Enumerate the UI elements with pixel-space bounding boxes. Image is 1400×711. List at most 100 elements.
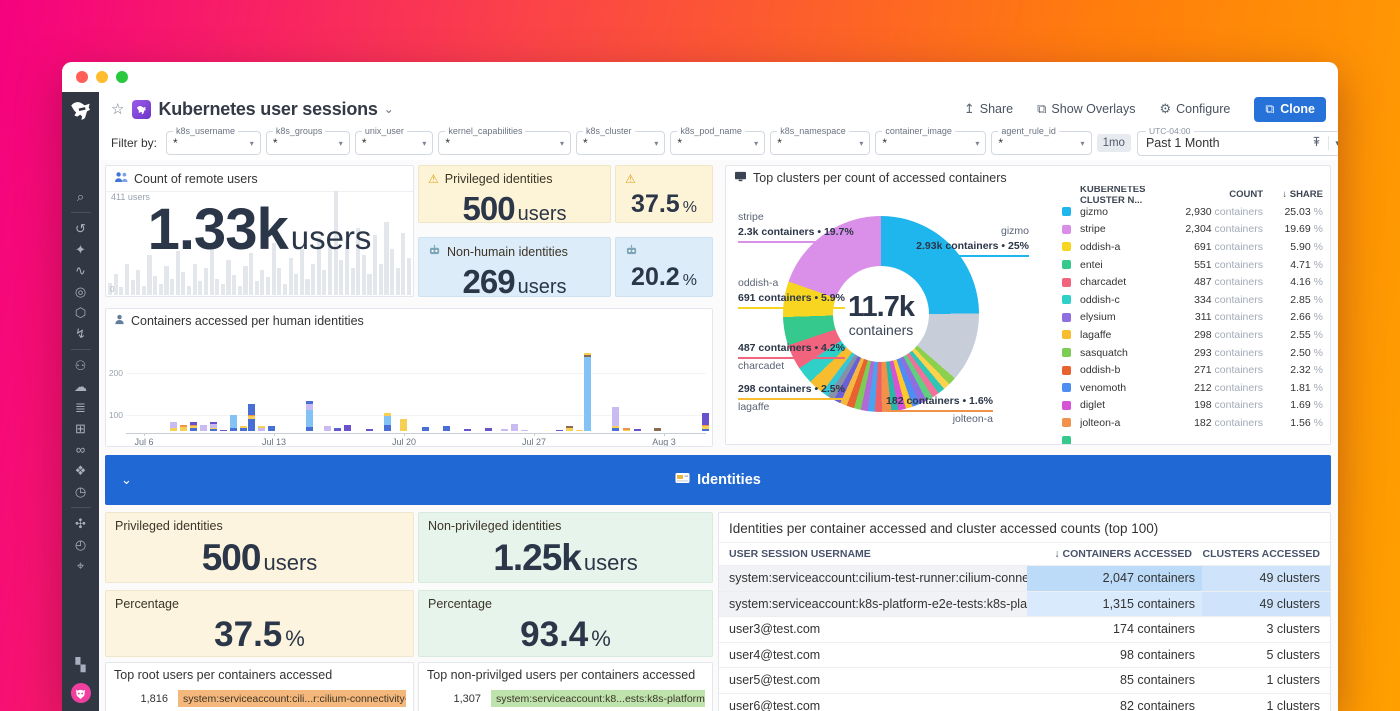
table-row[interactable]: system:serviceaccount:k8s-platform-e2e-t… — [719, 591, 1330, 617]
table-row[interactable]: sasquatch293 containers2.50 % — [1056, 344, 1325, 362]
table-row[interactable]: oddish-c334 containers2.85 % — [1056, 291, 1325, 309]
stacked-bar[interactable] — [485, 428, 492, 431]
stacked-bar[interactable] — [170, 422, 177, 431]
close-button[interactable] — [76, 71, 88, 83]
filter-k8s_pod_name[interactable]: k8s_pod_name*▾ — [670, 131, 765, 155]
column-header-containers[interactable]: ↓ CONTAINERS ACCESSED — [1017, 548, 1192, 560]
table-row[interactable]: stripe2,304 containers19.69 % — [1056, 221, 1325, 239]
list-item[interactable]: 1,816system:serviceaccount:cili...r:cili… — [112, 689, 407, 708]
table-row[interactable]: venomoth212 containers1.81 % — [1056, 379, 1325, 397]
puzzle-icon[interactable]: ▚ — [70, 654, 92, 675]
stacked-bar[interactable] — [612, 407, 619, 431]
history-icon[interactable]: ↺ — [70, 218, 92, 239]
stacked-bar[interactable] — [240, 426, 247, 431]
compass-icon[interactable]: ◷ — [70, 481, 92, 502]
column-header-clusters[interactable]: CLUSTERS ACCESSED — [1192, 548, 1330, 560]
stacked-bar[interactable] — [702, 413, 709, 431]
stacked-bar[interactable] — [306, 401, 313, 431]
widget-count-remote-users[interactable]: Count of remote users 411 users 0 1.33ku… — [105, 165, 414, 297]
stacked-bar[interactable] — [443, 426, 450, 431]
show-overlays-button[interactable]: ⧉Show Overlays — [1037, 101, 1135, 117]
cluster-table[interactable]: KUBERNETES CLUSTER N...COUNT↓ SHAREgizmo… — [1056, 186, 1325, 444]
widget-top-non-privileged-users[interactable]: Top non-privilged users per containers a… — [418, 662, 713, 711]
table-row[interactable]: system:serviceaccount:cilium-test-runner… — [719, 565, 1330, 591]
table-row[interactable]: user6@test.com82 containers 1 clusters — [719, 693, 1330, 711]
monitors-icon[interactable]: ◎ — [70, 281, 92, 302]
widget-privileged-identities-2[interactable]: Privileged identities 500users — [105, 512, 414, 583]
time-range-picker[interactable]: UTC-04:00 Past 1 Month ▾ — [1137, 131, 1338, 156]
search-icon[interactable]: ⌕ — [70, 186, 92, 207]
copilot-icon[interactable]: ✦ — [70, 239, 92, 260]
filter-container_image[interactable]: container_image*▾ — [875, 131, 986, 155]
filter-k8s_namespace[interactable]: k8s_namespace*▾ — [770, 131, 870, 155]
widget-containers-per-human[interactable]: Containers accessed per human identities… — [105, 308, 713, 447]
widget-non-privileged-percentage[interactable]: Percentage 93.4% — [418, 590, 713, 657]
table-row[interactable]: user4@test.com98 containers 5 clusters — [719, 642, 1330, 668]
stacked-bar[interactable] — [634, 429, 641, 431]
table-row[interactable]: charcadet487 containers4.16 % — [1056, 273, 1325, 291]
table-row[interactable] — [1056, 432, 1325, 444]
collapse-chevron-icon[interactable]: ⌄ — [121, 472, 132, 488]
stacked-bar[interactable] — [248, 404, 255, 431]
widget-privileged-percent[interactable]: ⚠ 37.5% — [615, 165, 713, 223]
clone-button[interactable]: ⧉Clone — [1254, 97, 1326, 122]
stacked-bar[interactable] — [268, 426, 275, 431]
column-header-count[interactable]: COUNT — [1151, 189, 1263, 200]
stacked-bar[interactable] — [464, 429, 471, 431]
stacked-bar[interactable] — [511, 424, 518, 431]
stacked-bar[interactable] — [344, 425, 351, 431]
stacked-bar[interactable] — [324, 426, 331, 431]
log-pipelines-icon[interactable]: ≣ — [70, 397, 92, 418]
stacked-bar[interactable] — [556, 430, 563, 432]
audit-icon[interactable]: ⌖ — [70, 555, 92, 576]
configure-button[interactable]: ⚙Configure — [1159, 101, 1230, 117]
filter-k8s_username[interactable]: k8s_username*▾ — [166, 131, 261, 155]
events-icon[interactable]: ↯ — [70, 323, 92, 344]
stacked-bar[interactable] — [521, 430, 528, 432]
stacked-bar[interactable] — [366, 429, 373, 431]
service-links-icon[interactable]: ∞ — [70, 439, 92, 460]
star-icon[interactable]: ☆ — [111, 100, 124, 118]
datadog-logo-icon[interactable] — [68, 98, 94, 124]
column-header-cluster[interactable]: KUBERNETES CLUSTER N... — [1056, 186, 1151, 206]
table-row[interactable]: entei551 containers4.71 % — [1056, 256, 1325, 274]
stacked-bar[interactable] — [584, 353, 591, 431]
filter-kernel_capabilities[interactable]: kernel_capabilities*▾ — [438, 131, 571, 155]
table-row[interactable]: oddish-b271 containers2.32 % — [1056, 361, 1325, 379]
stacked-bar[interactable] — [258, 426, 265, 431]
user-avatar[interactable] — [71, 683, 91, 703]
cloud-security-icon[interactable]: ☁ — [70, 376, 92, 397]
stacked-bar[interactable] — [654, 428, 661, 431]
minimize-button[interactable] — [96, 71, 108, 83]
identities-section-header[interactable]: ⌄ Identities — [105, 455, 1331, 505]
time-preset-badge[interactable]: 1mo — [1097, 134, 1131, 152]
stacked-bar[interactable] — [576, 430, 583, 432]
widget-privileged-identities[interactable]: ⚠Privileged identities 500users — [418, 165, 611, 223]
stacked-bar[interactable] — [230, 415, 237, 431]
table-row[interactable]: user3@test.com174 containers 3 clusters — [719, 616, 1330, 642]
widget-top-clusters[interactable]: Top clusters per count of accessed conta… — [725, 165, 1331, 445]
filter-k8s_cluster[interactable]: k8s_cluster*▾ — [576, 131, 665, 155]
stacked-bar[interactable] — [501, 429, 508, 431]
stacked-bar[interactable] — [210, 422, 217, 431]
filter-unix_user[interactable]: unix_user*▾ — [355, 131, 434, 155]
security-icon[interactable]: ❖ — [70, 460, 92, 481]
stacked-bar[interactable] — [400, 419, 407, 431]
filter-agent_rule_id[interactable]: agent_rule_id*▾ — [991, 131, 1091, 155]
table-row[interactable]: elysium311 containers2.66 % — [1056, 309, 1325, 327]
stacked-bar[interactable] — [334, 428, 341, 431]
integrations-icon[interactable]: ⬡ — [70, 302, 92, 323]
gauge-icon[interactable]: ◴ — [70, 534, 92, 555]
stacked-bar[interactable] — [180, 425, 187, 431]
stacked-bar[interactable] — [200, 425, 207, 431]
widget-top-root-users[interactable]: Top root users per containers accessed 1… — [105, 662, 414, 711]
share-button[interactable]: ↥Share — [964, 101, 1013, 117]
stacked-bar[interactable] — [220, 430, 227, 432]
title-chevron-down-icon[interactable]: ⌄ — [384, 102, 394, 116]
table-row[interactable]: gizmo2,930 containers25.03 % — [1056, 203, 1325, 221]
table-row[interactable]: diglet198 containers1.69 % — [1056, 397, 1325, 415]
time-chevron-down-icon[interactable]: ▾ — [1335, 138, 1338, 149]
table-row[interactable]: jolteon-a182 containers1.56 % — [1056, 414, 1325, 432]
list-item[interactable]: 1,307system:serviceaccount:k8...ests:k8s… — [425, 689, 706, 708]
stacked-bar[interactable] — [623, 428, 630, 431]
